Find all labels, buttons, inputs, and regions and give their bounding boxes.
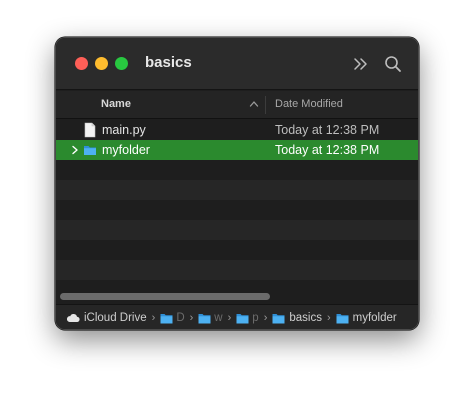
empty-row	[56, 260, 418, 280]
folder-icon	[272, 313, 285, 323]
path-separator-icon: ›	[227, 312, 232, 324]
file-date: Today at 12:38 PM	[275, 123, 380, 137]
path-label: basics	[289, 312, 322, 324]
empty-row	[56, 160, 418, 180]
path-item-1[interactable]: D	[160, 312, 185, 324]
path-separator-icon: ›	[263, 312, 268, 324]
path-item-icloud[interactable]: iCloud Drive	[66, 312, 147, 324]
path-item-myfolder[interactable]: myfolder	[336, 312, 397, 324]
folder-icon	[336, 313, 349, 323]
path-separator-icon: ›	[151, 312, 156, 324]
path-label: w	[214, 312, 223, 324]
close-button[interactable]	[75, 57, 88, 70]
empty-row	[56, 240, 418, 260]
search-icon[interactable]	[382, 53, 404, 75]
folder-icon	[198, 313, 211, 323]
cloud-icon	[66, 314, 80, 322]
horizontal-scrollbar[interactable]	[56, 289, 418, 303]
scrollbar-thumb[interactable]	[60, 293, 270, 300]
path-item-2[interactable]: w	[198, 312, 223, 324]
column-date-header[interactable]: Date Modified	[275, 98, 343, 110]
empty-row	[56, 220, 418, 240]
document-icon	[84, 122, 96, 138]
title-bar[interactable]: basics	[56, 38, 418, 90]
folder-icon	[236, 313, 249, 323]
path-item-3[interactable]: p	[236, 312, 259, 324]
minimize-button[interactable]	[95, 57, 108, 70]
file-list: main.py Today at 12:38 PM myfolder Today…	[56, 120, 418, 288]
path-label: p	[252, 312, 259, 324]
sort-chevron-up-icon[interactable]	[249, 100, 259, 108]
path-label: myfolder	[352, 312, 397, 324]
file-row-main-py[interactable]: main.py Today at 12:38 PM	[56, 120, 418, 140]
path-item-basics[interactable]: basics	[272, 312, 322, 324]
folder-icon	[84, 146, 96, 155]
folder-icon	[160, 313, 173, 323]
file-row-myfolder[interactable]: myfolder Today at 12:38 PM	[56, 140, 418, 160]
column-name-header[interactable]: Name	[101, 98, 131, 110]
window-title: basics	[145, 54, 192, 71]
path-separator-icon: ›	[189, 312, 194, 324]
file-name: myfolder	[102, 143, 150, 157]
file-name: main.py	[102, 123, 146, 137]
empty-row	[56, 180, 418, 200]
chevron-double-right-icon[interactable]	[350, 53, 372, 75]
path-label: iCloud Drive	[84, 312, 147, 324]
empty-row	[56, 200, 418, 220]
finder-window: basics Name Date Modified main.py Today …	[55, 37, 419, 330]
file-date: Today at 12:38 PM	[275, 143, 380, 157]
path-bar: iCloud Drive › D › w › p › basics › myfo…	[56, 304, 418, 329]
disclosure-chevron-icon[interactable]	[70, 144, 80, 156]
column-header: Name Date Modified	[56, 91, 418, 119]
path-label: D	[176, 312, 185, 324]
column-divider[interactable]	[265, 96, 266, 114]
path-separator-icon: ›	[326, 312, 331, 324]
zoom-button[interactable]	[115, 57, 128, 70]
